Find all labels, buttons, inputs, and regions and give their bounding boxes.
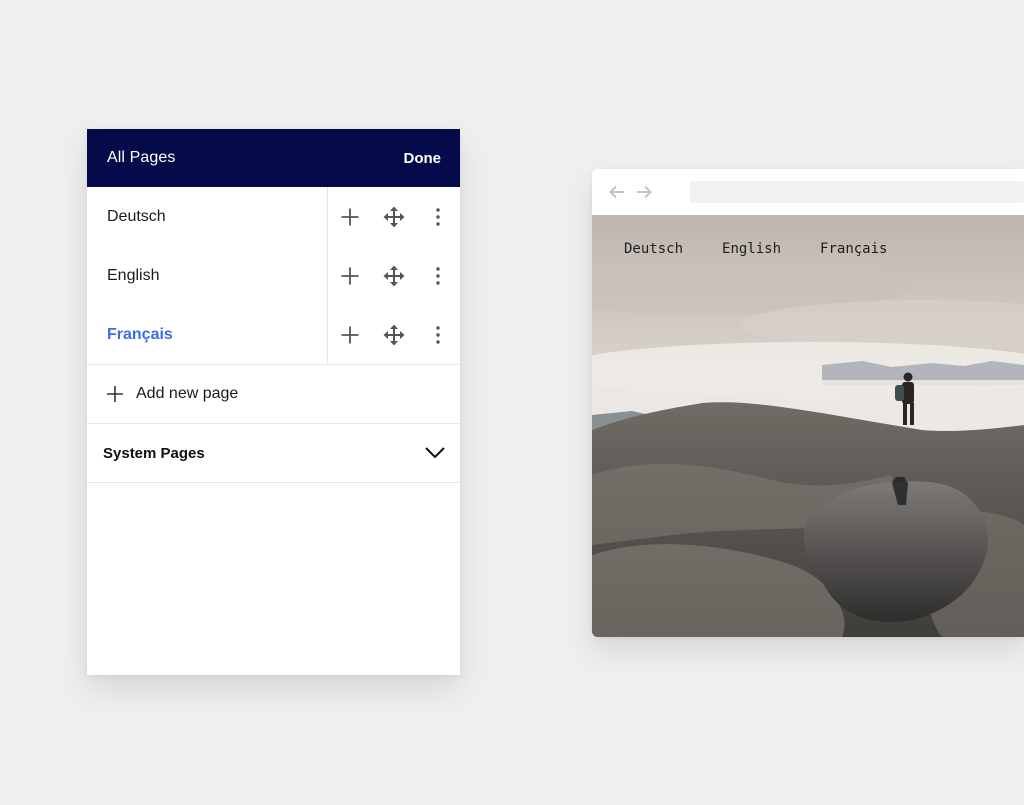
page-row: Français [87, 305, 460, 364]
more-options-button[interactable] [416, 313, 460, 357]
more-options-button[interactable] [416, 254, 460, 298]
arrow-left-icon [609, 185, 625, 199]
plus-icon [341, 267, 359, 284]
add-subpage-button[interactable] [328, 254, 372, 298]
nav-link-francais[interactable]: Français [820, 241, 887, 257]
page-label-english[interactable]: English [87, 267, 328, 285]
plus-icon [341, 208, 359, 225]
address-bar[interactable] [690, 181, 1024, 203]
arrow-right-icon [636, 185, 652, 199]
row-actions [328, 254, 460, 298]
mountain-landscape-image [592, 215, 1024, 637]
pages-panel: All Pages Done Deutsch English Français … [87, 129, 460, 675]
plus-icon [341, 326, 359, 343]
browser-preview: Deutsch English Français [592, 169, 1024, 637]
panel-title: All Pages [107, 149, 176, 166]
row-actions [328, 195, 460, 239]
back-button[interactable] [608, 182, 627, 202]
move-page-button[interactable] [372, 313, 416, 357]
move-icon [383, 324, 405, 345]
more-options-button[interactable] [416, 195, 460, 239]
divider [87, 482, 460, 483]
site-language-nav: Deutsch English Français [624, 241, 887, 257]
more-vertical-icon [436, 207, 440, 226]
more-vertical-icon [436, 266, 440, 285]
hero-image: Deutsch English Français [592, 215, 1024, 637]
page-label-deutsch[interactable]: Deutsch [87, 208, 328, 226]
add-subpage-button[interactable] [328, 195, 372, 239]
system-pages-toggle[interactable]: System Pages [87, 424, 460, 482]
plus-icon [107, 386, 123, 402]
page-list: Deutsch English Français [87, 187, 460, 364]
move-icon [383, 265, 405, 286]
nav-link-deutsch[interactable]: Deutsch [624, 241, 683, 257]
system-pages-label: System Pages [103, 444, 205, 462]
page-row: Deutsch [87, 187, 460, 246]
page-row: English [87, 246, 460, 305]
add-subpage-button[interactable] [328, 313, 372, 357]
page-label-francais[interactable]: Français [87, 326, 328, 344]
move-page-button[interactable] [372, 254, 416, 298]
chevron-down-icon [425, 447, 445, 459]
browser-toolbar [592, 169, 1024, 215]
add-new-page-button[interactable]: Add new page [87, 365, 460, 423]
add-new-page-label: Add new page [136, 385, 239, 402]
move-icon [383, 206, 405, 227]
nav-link-english[interactable]: English [722, 241, 781, 257]
more-vertical-icon [436, 325, 440, 344]
move-page-button[interactable] [372, 195, 416, 239]
forward-button[interactable] [635, 182, 654, 202]
panel-header: All Pages Done [87, 129, 460, 187]
row-actions [328, 313, 460, 357]
done-button[interactable]: Done [404, 150, 442, 167]
